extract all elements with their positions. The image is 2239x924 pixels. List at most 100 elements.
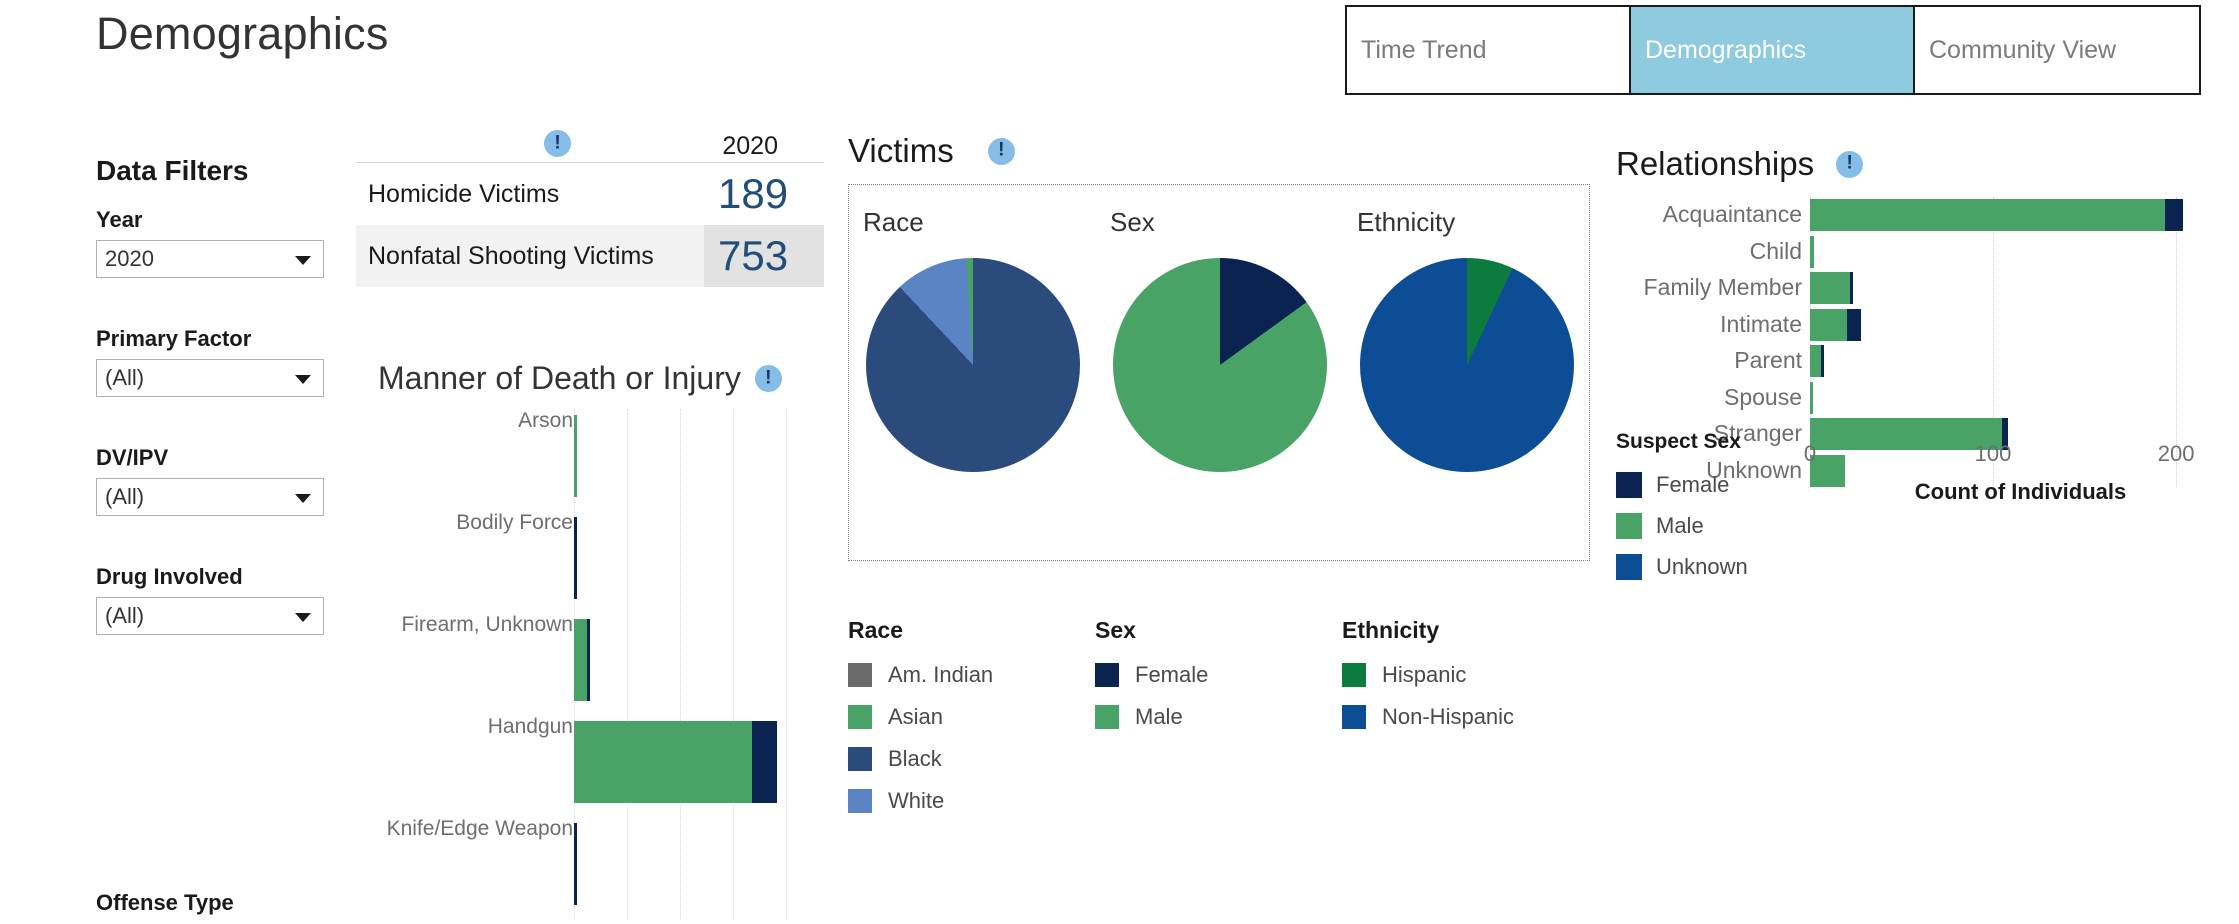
pie-title: Ethnicity bbox=[1357, 207, 1456, 237]
category-label: Family Member bbox=[1643, 274, 1802, 300]
victims-pies-container: Race Sex Ethnicity bbox=[848, 184, 1590, 561]
legend-swatch bbox=[1616, 553, 1642, 580]
victims-header: Victims bbox=[848, 132, 1590, 170]
stacked-bar[interactable] bbox=[1810, 272, 1854, 304]
manner-of-death-row[interactable]: Handgun bbox=[378, 715, 818, 817]
kpi-row-label: Nonfatal Shooting Victims bbox=[368, 241, 654, 270]
legend-item[interactable]: Non-Hispanic bbox=[1342, 696, 1589, 738]
bar-segment-female[interactable] bbox=[752, 721, 777, 803]
bar-segment-male[interactable] bbox=[574, 415, 577, 497]
data-filters-panel: Data Filters Year 2020 Primary Factor (A… bbox=[96, 155, 356, 683]
info-icon[interactable] bbox=[544, 130, 571, 157]
bar-segment-male[interactable] bbox=[574, 721, 753, 803]
legend-item[interactable]: Female bbox=[1616, 464, 1846, 505]
manner-of-death-row[interactable]: Knife/Edge Weapon bbox=[378, 817, 818, 919]
legend-item[interactable]: Black bbox=[848, 738, 1095, 780]
pie-chart-ethnicity[interactable] bbox=[1359, 258, 1574, 472]
legend-label: White bbox=[888, 788, 945, 813]
manner-of-death-row[interactable]: Arson bbox=[378, 409, 818, 511]
bar-segment-male[interactable] bbox=[1810, 235, 1814, 268]
filter-drug-involved-label: Drug Involved bbox=[96, 564, 243, 589]
bar-segment-male[interactable] bbox=[1810, 199, 2166, 231]
tab-demographics[interactable]: Demographics bbox=[1631, 7, 1915, 93]
bar-segment-female[interactable] bbox=[2165, 199, 2184, 231]
bar-segment-male[interactable] bbox=[1810, 381, 1813, 414]
category-label: Intimate bbox=[1720, 310, 1802, 337]
bar-segment-female[interactable] bbox=[1820, 345, 1824, 377]
legend-sex: Sex Female Male bbox=[1095, 617, 1342, 822]
pie-chart-sex[interactable] bbox=[1112, 258, 1327, 472]
filter-primary-factor: Primary Factor (All) bbox=[96, 326, 356, 397]
manner-of-death-row[interactable]: Bodily Force bbox=[378, 511, 818, 613]
bar-segment-male[interactable] bbox=[574, 619, 587, 701]
stacked-bar[interactable] bbox=[1810, 199, 2184, 231]
legend-item[interactable]: Male bbox=[1095, 696, 1342, 738]
bar-segment-male[interactable] bbox=[1810, 308, 1847, 341]
data-filters-title: Data Filters bbox=[96, 155, 249, 186]
bar-segment-male[interactable] bbox=[1810, 345, 1821, 377]
bar-segment-female[interactable] bbox=[1846, 308, 1862, 341]
stacked-bar[interactable] bbox=[1810, 345, 1824, 377]
pie-column-ethnicity: Ethnicity bbox=[1343, 185, 1590, 560]
legend-item[interactable]: White bbox=[848, 780, 1095, 822]
legend-race: Race Am. Indian Asian Black White bbox=[848, 617, 1095, 822]
stacked-bar[interactable] bbox=[574, 517, 577, 599]
bar-segment-female[interactable] bbox=[586, 619, 590, 701]
filter-drug-involved-select[interactable]: (All) bbox=[96, 597, 324, 635]
tab-community-view[interactable]: Community View bbox=[1915, 7, 2199, 93]
info-icon[interactable] bbox=[754, 365, 782, 392]
manner-of-death-row[interactable]: Firearm, Unknown bbox=[378, 613, 818, 715]
victims-panel: Victims Race Sex Ethnicity bbox=[848, 132, 1590, 561]
category-label: Parent bbox=[1734, 347, 1802, 373]
filter-year-select[interactable]: 2020 bbox=[96, 240, 324, 278]
filter-year-label: Year bbox=[96, 207, 143, 232]
stacked-bar[interactable] bbox=[574, 619, 590, 701]
bar-segment-female[interactable] bbox=[574, 517, 577, 599]
legend-swatch bbox=[1616, 512, 1642, 539]
info-icon[interactable] bbox=[987, 137, 1015, 165]
tab-time-trend[interactable]: Time Trend bbox=[1347, 7, 1631, 93]
legend-item[interactable]: Hispanic bbox=[1342, 654, 1589, 696]
stacked-bar[interactable] bbox=[574, 721, 777, 803]
relationships-row[interactable]: Family Member bbox=[1616, 270, 2231, 306]
relationships-row[interactable]: Parent bbox=[1616, 343, 2231, 379]
legend-item[interactable]: Asian bbox=[848, 696, 1095, 738]
table-row[interactable]: Nonfatal Shooting Victims 753 bbox=[356, 225, 824, 287]
bar-segment-female[interactable] bbox=[574, 823, 577, 905]
filter-primary-factor-value: (All) bbox=[105, 365, 145, 390]
chevron-down-icon bbox=[295, 494, 311, 503]
legend-item[interactable]: Female bbox=[1095, 654, 1342, 696]
filter-offense-type-label: Offense Type bbox=[96, 890, 234, 915]
info-icon[interactable] bbox=[1836, 150, 1864, 178]
filter-primary-factor-label: Primary Factor bbox=[96, 326, 252, 351]
relationships-row[interactable]: Intimate bbox=[1616, 307, 2231, 343]
relationships-row[interactable]: Acquaintance bbox=[1616, 197, 2231, 233]
filter-dv-ipv-select[interactable]: (All) bbox=[96, 478, 324, 516]
stacked-bar[interactable] bbox=[574, 823, 577, 905]
suspect-sex-legend: Suspect Sex Female Male Unknown bbox=[1616, 430, 1846, 587]
kpi-row-value: 753 bbox=[704, 225, 824, 287]
stacked-bar[interactable] bbox=[1810, 381, 1813, 414]
chevron-down-icon bbox=[295, 375, 311, 384]
bar-segment-male[interactable] bbox=[1810, 272, 1851, 304]
filter-year: Year 2020 bbox=[96, 207, 356, 278]
legend-item[interactable]: Am. Indian bbox=[848, 654, 1095, 696]
relationships-row[interactable]: Child bbox=[1616, 234, 2231, 270]
legend-item[interactable]: Male bbox=[1616, 505, 1846, 546]
legend-title: Ethnicity bbox=[1342, 617, 1440, 643]
category-label: Knife/Edge Weapon bbox=[386, 817, 573, 840]
filter-primary-factor-select[interactable]: (All) bbox=[96, 359, 324, 397]
stacked-bar[interactable] bbox=[574, 415, 577, 497]
axis-tick: 200 bbox=[2157, 441, 2195, 466]
relationships-row[interactable]: Spouse bbox=[1616, 380, 2231, 416]
bar-segment-female[interactable] bbox=[1850, 272, 1854, 304]
table-row[interactable]: Homicide Victims 189 bbox=[356, 163, 824, 225]
legend-title: Sex bbox=[1095, 617, 1136, 643]
stacked-bar[interactable] bbox=[1810, 235, 1814, 268]
manner-of-death-header: Manner of Death or Injury bbox=[378, 360, 818, 397]
legend-label: Asian bbox=[888, 704, 944, 729]
pie-chart-race[interactable] bbox=[865, 258, 1080, 472]
category-label: Handgun bbox=[487, 715, 573, 738]
legend-item[interactable]: Unknown bbox=[1616, 546, 1846, 587]
stacked-bar[interactable] bbox=[1810, 308, 1862, 341]
